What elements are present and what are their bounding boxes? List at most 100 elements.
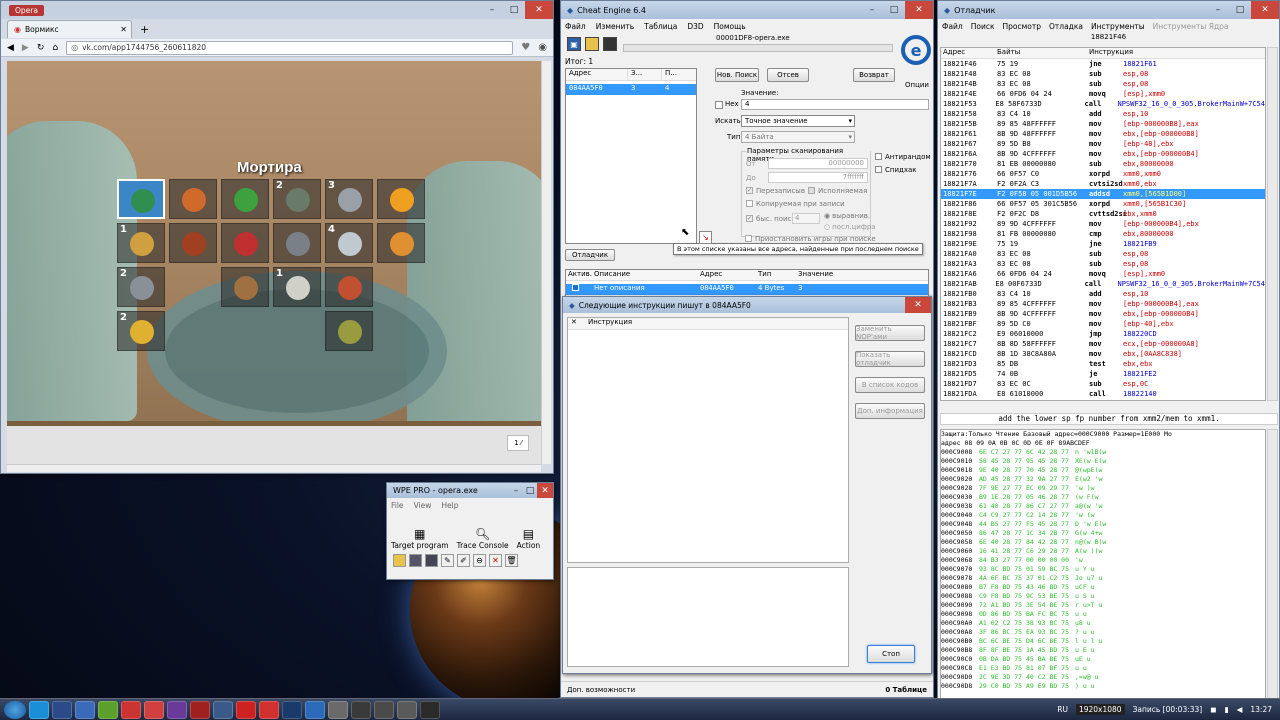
close-icon[interactable]: ✕ <box>537 483 553 498</box>
more-info-button[interactable]: Доп. информация <box>855 403 925 419</box>
col-instruction[interactable]: Инструкция <box>588 318 632 329</box>
col-dbg-bytes[interactable]: Байты <box>995 48 1087 58</box>
hex-row[interactable]: 000C90D0 2C 9E 3D 77 40 C2 BE 75 ,=w@ u <box>941 673 1265 682</box>
close-icon[interactable]: ✕ <box>905 1 933 19</box>
trace-console-button[interactable]: 🔍︎ Trace Console <box>457 527 509 550</box>
value-type-select[interactable]: 4 Байта ▾ <box>741 131 855 143</box>
speedhack-checkbox[interactable]: Спидхак <box>875 166 917 174</box>
disasm-row[interactable]: 18821F46 75 19 jne 18821F61 <box>941 59 1265 69</box>
wpe-menu-help[interactable]: Help <box>441 501 458 510</box>
table-extras[interactable]: 0 Таблице <box>885 686 927 694</box>
open-file-icon[interactable] <box>585 37 599 51</box>
next-scan-button[interactable]: Отсев <box>767 68 809 82</box>
maximize-icon[interactable]: □ <box>1229 1 1251 19</box>
clock[interactable]: 13:27 <box>1250 705 1272 714</box>
weapon-slot[interactable] <box>377 179 425 219</box>
minimize-icon[interactable]: – <box>481 1 503 19</box>
disasm-row[interactable]: 18821FAB E8 00F6733D call NPSWF32_16_0_0_30… <box>941 279 1265 289</box>
weapon-slot[interactable] <box>325 267 373 307</box>
weapon-slot[interactable] <box>273 223 321 263</box>
tab-close-icon[interactable]: ✕ <box>120 25 127 34</box>
disasm-row[interactable]: 18821FD7 83 EC 0C sub esp,0C <box>941 379 1265 389</box>
disasm-row[interactable]: 18821F9E 75 19 jne 18821FB9 <box>941 239 1265 249</box>
weapon-slot[interactable] <box>325 311 373 351</box>
weapon-slot[interactable] <box>221 267 269 307</box>
hex-scrollbar[interactable] <box>1267 429 1278 699</box>
hex-checkbox[interactable] <box>715 101 723 109</box>
value-input[interactable]: 4 <box>741 99 929 110</box>
antirandom-checkbox[interactable]: Антирандом <box>875 153 931 161</box>
wpe-taskbar-icon[interactable] <box>328 700 348 719</box>
weapon-slot[interactable] <box>221 179 269 219</box>
hex-row[interactable]: 000C90B8 8F 8F BE 75 1A 45 BD 75 u E u <box>941 646 1265 655</box>
close-icon[interactable]: ✕ <box>525 1 553 19</box>
horizontal-scrollbar[interactable] <box>7 464 541 472</box>
weapon-slot[interactable] <box>377 223 425 263</box>
disasm-row[interactable]: 18821F61 8B 9D 48FFFFFF mov ebx,[ebp-000000… <box>941 129 1265 139</box>
hex-row[interactable]: 000C9020 AD 45 28 77 32 9A 27 77 E(w2 'w <box>941 475 1265 484</box>
ce-menu-help[interactable]: Помощь <box>714 22 746 31</box>
opera-icon[interactable] <box>144 700 164 719</box>
col-prev[interactable]: П... <box>662 69 677 80</box>
language-indicator[interactable]: RU <box>1057 705 1068 714</box>
dbg-menu-kernel-tools[interactable]: Инструменты Ядра <box>1153 22 1229 31</box>
save-icon[interactable] <box>409 554 422 567</box>
dbg-menu-view[interactable]: Просмотр <box>1003 22 1042 31</box>
memory-view-button[interactable]: Отладчик <box>565 249 615 261</box>
col-close-icon[interactable]: ✕ <box>568 318 588 329</box>
disasm-row[interactable]: 18821FB9 8B 9D 4CFFFFFF mov ebx,[ebp-000000… <box>941 309 1265 319</box>
ce-menu-edit[interactable]: Изменить <box>596 22 634 31</box>
executable-checkbox[interactable]: Исполняемая <box>808 187 867 195</box>
hex-row[interactable]: 000C9070 93 8C BD 75 01 59 BC 75 u Y u <box>941 565 1265 574</box>
pause-game-checkbox[interactable]: Приостановить игры при поиске <box>745 235 876 243</box>
hex-row[interactable]: 000C9028 7F 9E 27 77 EC 09 29 77 'w )w <box>941 484 1265 493</box>
align-radio[interactable]: ◉ выравнив. <box>824 212 870 220</box>
add-to-codelist-button[interactable]: В список кодов <box>855 377 925 393</box>
new-tab-icon[interactable]: + <box>140 23 149 36</box>
hex-row[interactable]: 000C9060 16 41 28 77 C6 29 28 77 A(w )(w <box>941 547 1265 556</box>
hex-row[interactable]: 000C9050 86 47 28 77 1C 34 2B 77 G(w 4+w <box>941 529 1265 538</box>
disasm-scrollbar[interactable] <box>1267 47 1278 401</box>
open-icon[interactable] <box>393 554 406 567</box>
folder-icon[interactable] <box>213 700 233 719</box>
hex-row[interactable]: 000C90C0 0B DA BD 75 45 BA BE 75 uE u <box>941 655 1265 664</box>
disasm-row[interactable]: 18821FBF 89 5D C0 mov [ebp-40],ebx <box>941 319 1265 329</box>
hex-row[interactable]: 000C9008 6E C7 27 77 6C 42 28 77 n 'wlB(w <box>941 448 1265 457</box>
undo-scan-button[interactable]: Возврат <box>853 68 895 82</box>
tool-icon[interactable] <box>397 700 417 719</box>
fast-scan-checkbox[interactable]: ✓ быс. поиск <box>746 215 796 223</box>
trash-icon[interactable]: 🗑︎ <box>505 554 518 567</box>
disasm-row[interactable]: 18821F98 81 FB 00000080 cmp ebx,80000000 <box>941 229 1265 239</box>
hex-row[interactable]: 000C9058 6E 40 28 77 84 42 28 77 n@(w B(w <box>941 538 1265 547</box>
action-button[interactable]: ▤ Action <box>517 527 541 550</box>
ce-menu-d3d[interactable]: D3D <box>687 22 703 31</box>
weapon-slot[interactable]: 2 <box>117 311 165 351</box>
home-icon[interactable]: ⌂ <box>52 43 58 53</box>
disasm-row[interactable]: 18821FB0 83 C4 10 add esp,10 <box>941 289 1265 299</box>
delete-icon[interactable]: ✕ <box>489 554 502 567</box>
add-address-icon[interactable]: ↘ <box>699 231 712 244</box>
hex-row[interactable]: 000C9078 4A 6F BC 75 37 01 C2 75 Jo u7 u <box>941 574 1265 583</box>
disasm-row[interactable]: 18821F70 81 EB 00000080 sub ebx,80000000 <box>941 159 1265 169</box>
ce-taskbar-icon[interactable] <box>305 700 325 719</box>
forward-icon[interactable]: ▶ <box>22 43 29 53</box>
hex-row[interactable]: 000C90B0 BC 6C BE 75 D4 6C BE 75 l u l u <box>941 637 1265 646</box>
stop-button[interactable]: Стоп <box>867 645 915 663</box>
hex-view[interactable]: Защита:Только Чтение Базовый адрес=000C9… <box>940 429 1266 699</box>
disasm-row[interactable]: 18821FCD 8B 1D 38C8A80A mov ebx,[0AA8C838] <box>941 349 1265 359</box>
maximize-icon[interactable]: □ <box>523 483 537 498</box>
target-program-button[interactable]: ▦ Target program <box>391 527 449 550</box>
dbg-menu-debug[interactable]: Отладка <box>1049 22 1083 31</box>
hex-row[interactable]: 000C9010 58 45 28 77 95 45 28 77 XE(w E(w <box>941 457 1265 466</box>
hex-row[interactable]: 000C9018 9E 40 28 77 70 45 28 77 @(wpE(w <box>941 466 1265 475</box>
maximize-icon[interactable]: □ <box>503 1 525 19</box>
dbg-menu-tools[interactable]: Инструменты <box>1091 22 1145 31</box>
disasm-row[interactable]: 18821F6A 8B 9D 4CFFFFFF mov ebx,[ebp-000000… <box>941 149 1265 159</box>
app2-icon[interactable] <box>420 700 440 719</box>
capture-icon[interactable] <box>351 700 371 719</box>
show-debugger-button[interactable]: Показать отладчик <box>855 351 925 367</box>
active-checkbox[interactable] <box>566 284 592 295</box>
close-icon[interactable]: ✕ <box>1251 1 1279 19</box>
table-row[interactable]: Нет описания 084AA5F0 4 Bytes 3 <box>566 284 928 295</box>
scan-type-select[interactable]: Точное значение ▾ <box>741 115 855 127</box>
